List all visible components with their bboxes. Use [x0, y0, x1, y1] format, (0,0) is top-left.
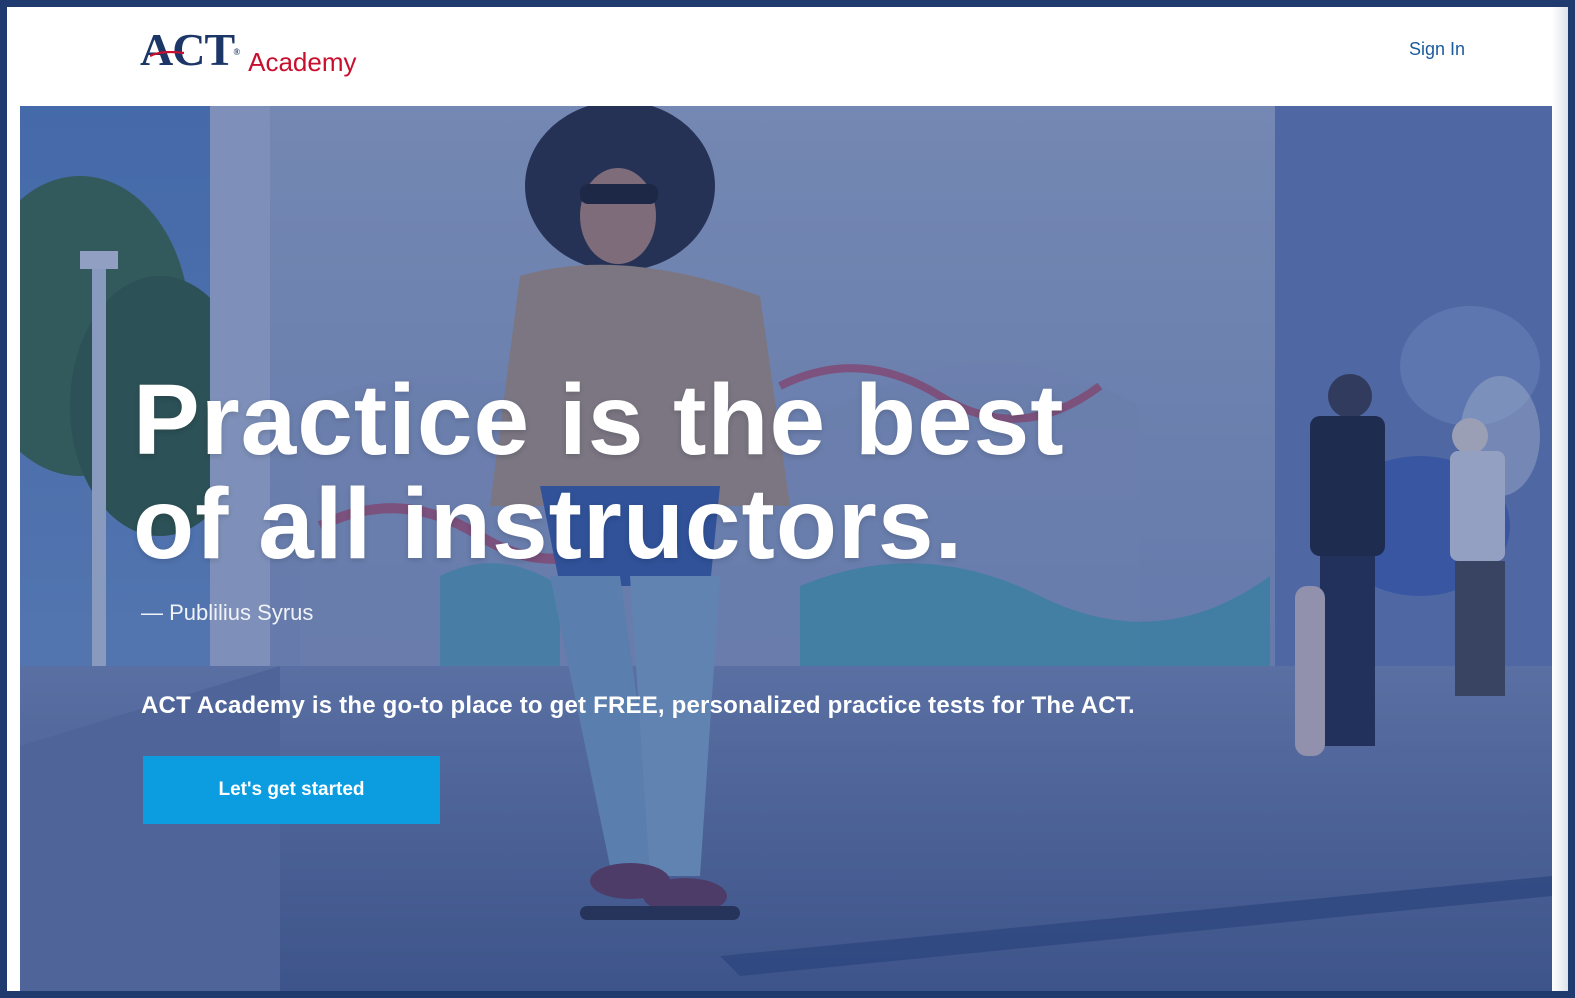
logo-act-wordmark: ACT ® — [140, 24, 240, 75]
hero-tagline: ACT Academy is the go-to place to get FR… — [141, 692, 1135, 719]
hero-section: Practice is the best of all instructors.… — [20, 106, 1552, 991]
hero-headline-line-2: of all instructors. — [133, 468, 964, 580]
logo-academy-text: Academy — [248, 47, 357, 77]
act-academy-logo[interactable]: ACT ® Academy — [140, 24, 357, 77]
site-header: ACT ® Academy Sign In — [20, 11, 1552, 106]
browser-frame: ACT ® Academy Sign In Practice is the be… — [0, 0, 1575, 998]
hero-headline: Practice is the best of all instructors. — [133, 368, 1065, 576]
quote-attribution: — Publilius Syrus — [141, 600, 314, 625]
logo-act-text: ACT — [140, 24, 235, 75]
logo-trademark: ® — [233, 47, 241, 57]
get-started-button[interactable]: Let's get started — [143, 756, 440, 824]
logo-swoosh-icon — [150, 51, 184, 57]
hero-headline-line-1: Practice is the best — [133, 364, 1065, 476]
sign-in-link[interactable]: Sign In — [1409, 39, 1465, 60]
